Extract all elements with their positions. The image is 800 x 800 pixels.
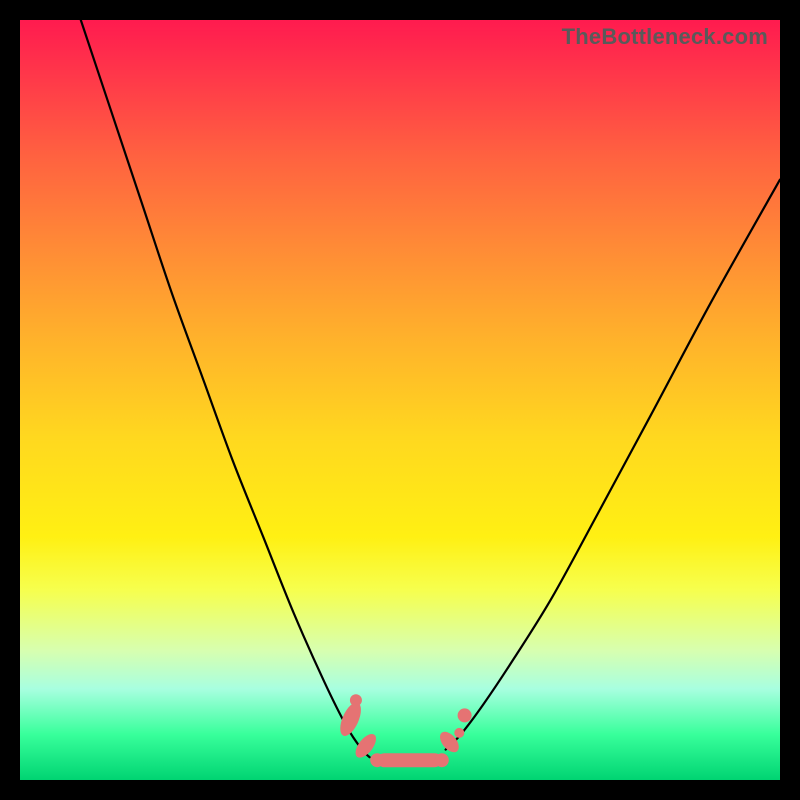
chart-area: TheBottleneck.com [20, 20, 780, 780]
valley-markers [336, 694, 472, 767]
right-curve [446, 180, 780, 750]
watermark-text: TheBottleneck.com [562, 24, 768, 50]
plot-svg [20, 20, 780, 780]
left-curve [81, 20, 370, 757]
